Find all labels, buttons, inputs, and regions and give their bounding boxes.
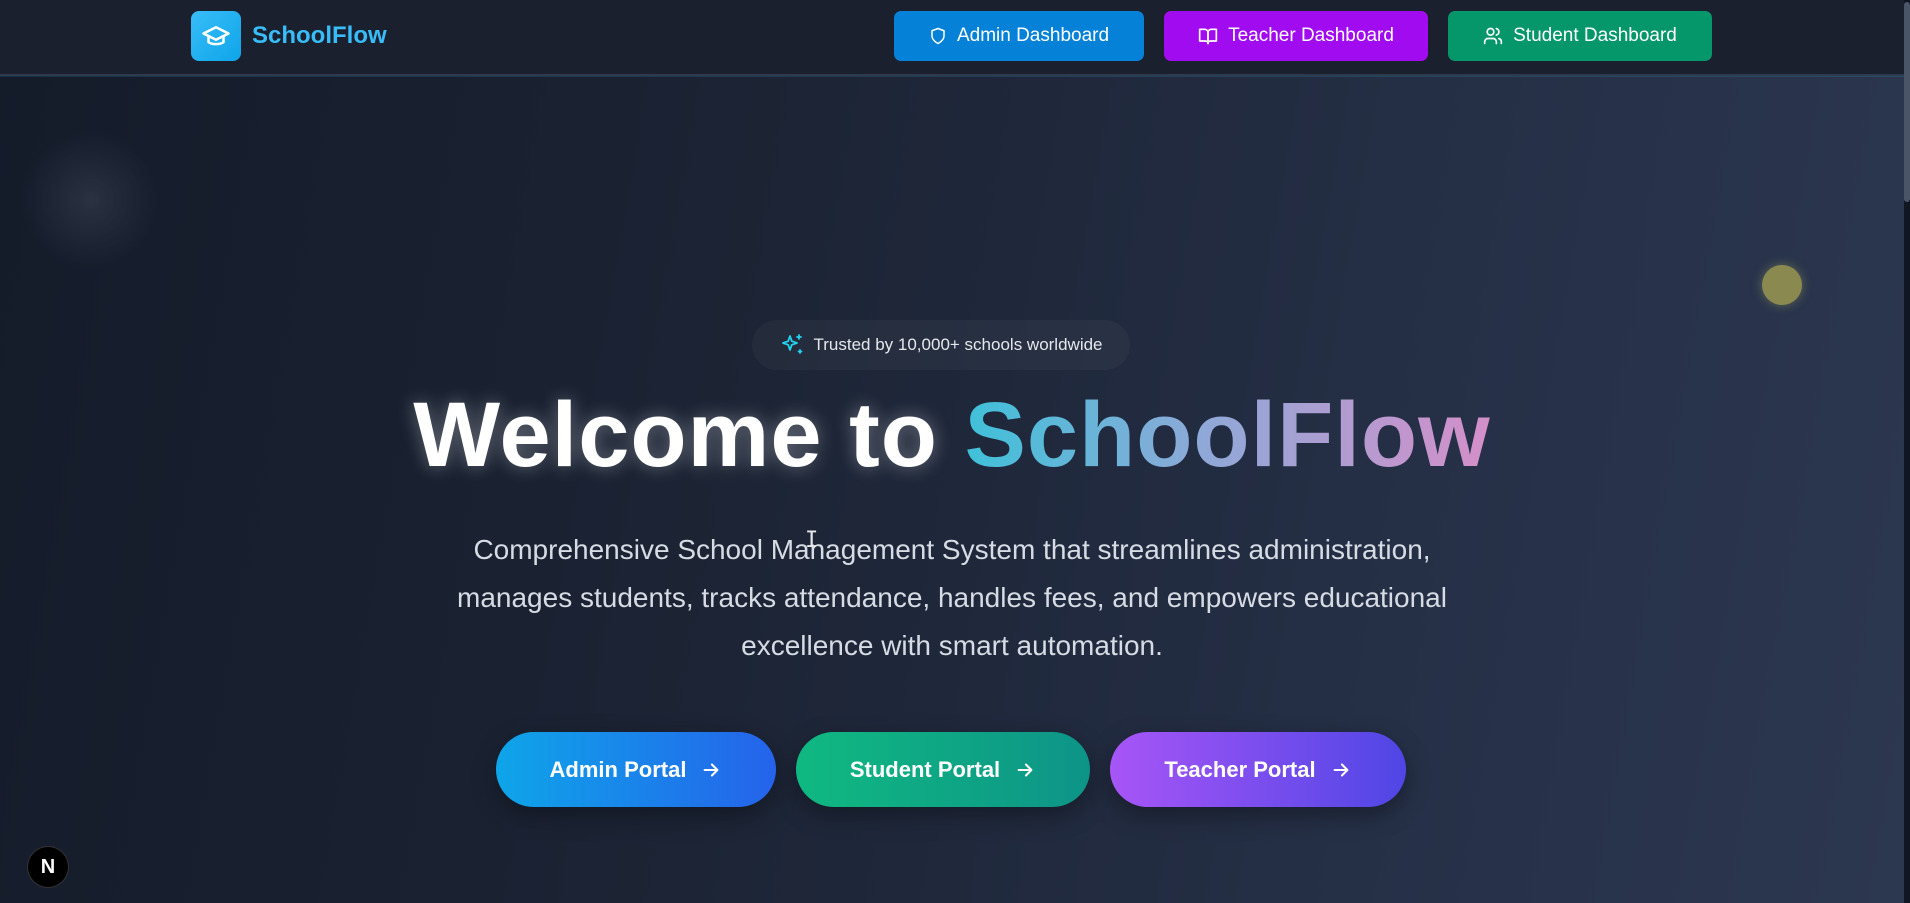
hero-title: Welcome to SchoolFlow xyxy=(0,385,1904,485)
scrollbar-thumb[interactable] xyxy=(1904,2,1910,202)
arrow-right-icon xyxy=(1330,759,1352,781)
background-glow xyxy=(20,130,160,270)
sparkles-icon xyxy=(780,333,804,357)
student-portal-button[interactable]: Student Portal xyxy=(796,732,1090,807)
hero-description: Comprehensive School Management System t… xyxy=(457,534,1447,661)
arrow-right-icon xyxy=(700,759,722,781)
teacher-dashboard-label: Teacher Dashboard xyxy=(1228,25,1394,46)
admin-portal-label: Admin Portal xyxy=(549,756,687,782)
student-portal-label: Student Portal xyxy=(849,756,1001,782)
graduation-cap-icon xyxy=(191,11,241,61)
teacher-portal-button[interactable]: Teacher Portal xyxy=(1110,732,1406,807)
student-dashboard-button[interactable]: Student Dashboard xyxy=(1448,11,1712,61)
teacher-portal-label: Teacher Portal xyxy=(1164,756,1316,782)
admin-dashboard-button[interactable]: Admin Dashboard xyxy=(894,11,1144,61)
teacher-dashboard-button[interactable]: Teacher Dashboard xyxy=(1164,11,1428,61)
page-scrollbar[interactable] xyxy=(1904,0,1910,903)
shield-icon xyxy=(929,27,947,45)
arrow-right-icon xyxy=(1014,759,1036,781)
dev-badge-label: N xyxy=(40,855,56,878)
landing-page: SchoolFlow Admin Dashboard Teacher Dashb… xyxy=(0,0,1910,903)
admin-portal-button[interactable]: Admin Portal xyxy=(496,732,776,807)
brand-name: SchoolFlow xyxy=(252,22,387,49)
users-icon xyxy=(1483,26,1503,46)
admin-dashboard-label: Admin Dashboard xyxy=(956,25,1110,46)
brand[interactable]: SchoolFlow xyxy=(191,11,387,61)
trust-badge: Trusted by 10,000+ schools worldwide xyxy=(752,320,1130,370)
hero-title-prefix: Welcome to xyxy=(413,384,938,486)
hero-title-highlight: SchoolFlow xyxy=(964,384,1491,486)
book-open-icon xyxy=(1198,26,1218,46)
top-navbar: SchoolFlow Admin Dashboard Teacher Dashb… xyxy=(0,0,1904,76)
text-cursor-icon: I xyxy=(805,528,819,553)
nextjs-dev-badge[interactable]: N xyxy=(28,847,68,887)
floating-orb xyxy=(1762,265,1802,305)
trust-badge-text: Trusted by 10,000+ schools worldwide xyxy=(813,335,1103,354)
student-dashboard-label: Student Dashboard xyxy=(1513,25,1677,46)
